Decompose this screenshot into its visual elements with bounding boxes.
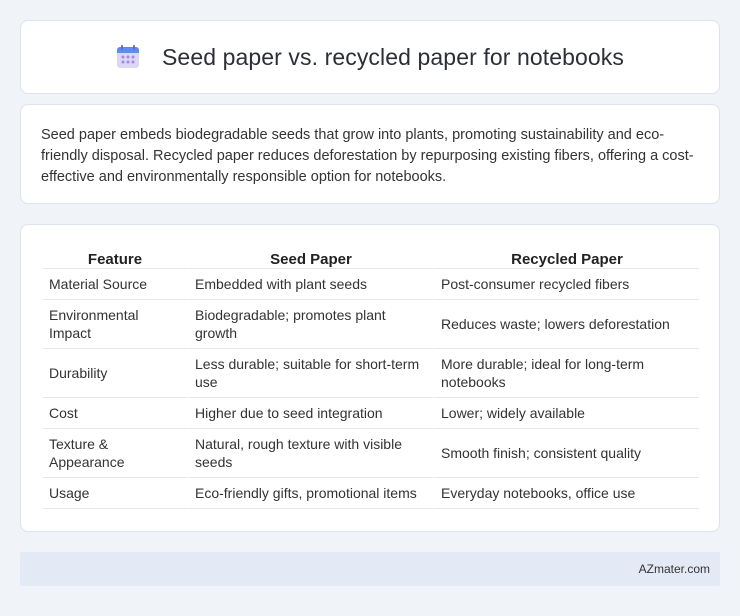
feature-cell: Texture & Appearance [43, 429, 187, 478]
recycled-paper-cell: Everyday notebooks, office use [433, 478, 699, 509]
intro-text: Seed paper embeds biodegradable seeds th… [41, 127, 694, 185]
page-title: Seed paper vs. recycled paper for notebo… [161, 43, 625, 70]
footer: AZmater.com [20, 552, 720, 586]
table-row: Cost Higher due to seed integration Lowe… [43, 398, 699, 429]
recycled-paper-cell: Smooth finish; consistent quality [433, 429, 699, 478]
column-header-feature: Feature [43, 247, 187, 269]
seed-paper-cell: Less durable; suitable for short-term us… [187, 349, 433, 398]
feature-cell: Material Source [43, 269, 187, 300]
recycled-paper-cell: Lower; widely available [433, 398, 699, 429]
recycled-paper-cell: More durable; ideal for long-term notebo… [433, 349, 699, 398]
seed-paper-cell: Embedded with plant seeds [187, 269, 433, 300]
intro-card: Seed paper embeds biodegradable seeds th… [20, 104, 720, 204]
feature-cell: Usage [43, 478, 187, 509]
title-card: Seed paper vs. recycled paper for notebo… [20, 20, 720, 94]
feature-cell: Durability [43, 349, 187, 398]
feature-cell: Cost [43, 398, 187, 429]
table-row: Usage Eco-friendly gifts, promotional it… [43, 478, 699, 509]
column-header-seed-paper: Seed Paper [187, 247, 433, 269]
table-row: Durability Less durable; suitable for sh… [43, 349, 699, 398]
comparison-table: Feature Seed Paper Recycled Paper Materi… [43, 247, 699, 509]
seed-paper-cell: Higher due to seed integration [187, 398, 433, 429]
recycled-paper-cell: Post-consumer recycled fibers [433, 269, 699, 300]
footer-brand[interactable]: AZmater.com [639, 562, 710, 576]
feature-cell: Environmental Impact [43, 300, 187, 349]
table-card: Feature Seed Paper Recycled Paper Materi… [20, 224, 720, 532]
calendar-icon [116, 45, 140, 69]
table-row: Environmental Impact Biodegradable; prom… [43, 300, 699, 349]
column-header-recycled-paper: Recycled Paper [433, 247, 699, 269]
table-header-row: Feature Seed Paper Recycled Paper [43, 247, 699, 269]
seed-paper-cell: Eco-friendly gifts, promotional items [187, 478, 433, 509]
table-row: Material Source Embedded with plant seed… [43, 269, 699, 300]
seed-paper-cell: Biodegradable; promotes plant growth [187, 300, 433, 349]
table-row: Texture & Appearance Natural, rough text… [43, 429, 699, 478]
recycled-paper-cell: Reduces waste; lowers deforestation [433, 300, 699, 349]
seed-paper-cell: Natural, rough texture with visible seed… [187, 429, 433, 478]
